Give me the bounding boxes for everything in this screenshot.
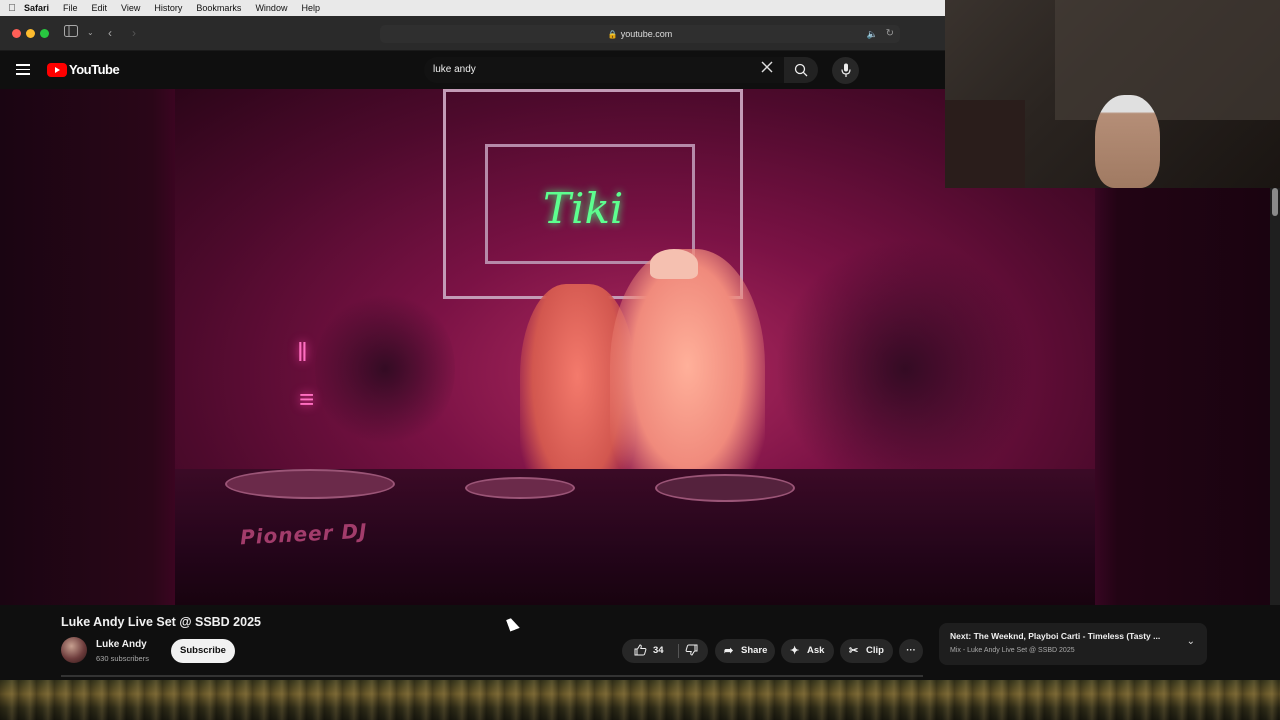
up-next-subtitle: Mix - Luke Andy Live Set @ SSBD 2025 bbox=[950, 647, 1075, 654]
up-next-title: Next: The Weeknd, Playboi Carti - Timele… bbox=[950, 631, 1161, 641]
youtube-header: YouTube luke andy bbox=[0, 51, 945, 89]
menu-window[interactable]: Window bbox=[255, 3, 287, 13]
webcam-person bbox=[1095, 95, 1160, 188]
scrollbar-thumb[interactable] bbox=[1272, 188, 1278, 216]
zoom-window-button[interactable] bbox=[40, 29, 49, 38]
menu-app-name[interactable]: Safari bbox=[24, 3, 49, 13]
neon-light-left: ‖ bbox=[297, 337, 308, 367]
sparkle-icon: ✦ bbox=[790, 645, 800, 657]
hamburger-icon[interactable] bbox=[16, 64, 30, 75]
clip-label: Clip bbox=[866, 645, 884, 656]
mic-icon bbox=[841, 63, 851, 77]
youtube-play-icon bbox=[47, 62, 67, 77]
menu-bookmarks[interactable]: Bookmarks bbox=[196, 3, 241, 13]
turntable-center bbox=[465, 477, 575, 499]
like-divider bbox=[678, 644, 679, 658]
content-divider bbox=[61, 675, 923, 677]
more-actions-button[interactable]: ··· bbox=[899, 639, 923, 663]
page-scrollbar[interactable] bbox=[1270, 188, 1280, 605]
share-label: Share bbox=[741, 645, 768, 656]
share-icon: ➦ bbox=[724, 645, 734, 657]
subscribe-button[interactable]: Subscribe bbox=[171, 639, 235, 663]
lock-icon: 🔒 bbox=[607, 30, 618, 39]
thumbs-up-icon[interactable] bbox=[634, 639, 647, 663]
dj-cap bbox=[650, 249, 698, 279]
screen:  Safari File Edit View History Bookmark… bbox=[0, 0, 1280, 720]
desktop-background bbox=[0, 680, 1280, 720]
ask-label: Ask bbox=[807, 645, 825, 656]
reload-icon[interactable]: ↻ bbox=[886, 25, 894, 43]
webcam-wall bbox=[1055, 0, 1280, 120]
speaker-icon[interactable]: 🔈 bbox=[867, 25, 878, 43]
macos-menu-bar:  Safari File Edit View History Bookmark… bbox=[0, 0, 945, 16]
neon-light-left-lower: ≡ bbox=[299, 384, 315, 414]
search-input[interactable]: luke andy bbox=[424, 57, 784, 83]
menu-history[interactable]: History bbox=[154, 3, 182, 13]
menu-help[interactable]: Help bbox=[301, 3, 320, 13]
thumbs-down-icon[interactable] bbox=[685, 639, 698, 663]
youtube-logo-text: YouTube bbox=[69, 62, 120, 77]
plant-left bbox=[315, 289, 455, 449]
address-bar[interactable]: 🔒 youtube.com 🔈 ↻ bbox=[380, 25, 900, 43]
sidebar-icon[interactable] bbox=[64, 25, 78, 41]
webcam-overlay bbox=[945, 0, 1280, 188]
up-next-card[interactable]: Next: The Weeknd, Playboi Carti - Timele… bbox=[939, 623, 1207, 665]
ask-button[interactable]: ✦ Ask bbox=[781, 639, 834, 663]
scissors-icon: ✂ bbox=[849, 645, 859, 657]
back-arrow-icon[interactable]: ‹ bbox=[108, 25, 112, 41]
menu-view[interactable]: View bbox=[121, 3, 140, 13]
chevron-down-icon[interactable]: ⌄ bbox=[1187, 636, 1195, 647]
forward-arrow-icon[interactable]: › bbox=[132, 25, 136, 41]
plant-right bbox=[775, 239, 1035, 499]
clip-button[interactable]: ✂ Clip bbox=[840, 639, 893, 663]
youtube-logo[interactable]: YouTube bbox=[47, 62, 120, 77]
channel-name[interactable]: Luke Andy bbox=[96, 639, 147, 650]
share-button[interactable]: ➦ Share bbox=[715, 639, 775, 663]
menu-edit[interactable]: Edit bbox=[92, 3, 108, 13]
search-icon bbox=[794, 63, 808, 77]
video-info: Luke Andy Live Set @ SSBD 2025 Luke Andy… bbox=[0, 605, 1280, 680]
close-icon[interactable] bbox=[760, 60, 778, 80]
browser-toolbar: ⌄ ‹ › 🔒 youtube.com 🔈 ↻ bbox=[0, 16, 945, 51]
turntable-left bbox=[225, 469, 395, 499]
mixer bbox=[655, 474, 795, 502]
chevron-down-icon[interactable]: ⌄ bbox=[87, 25, 94, 41]
voice-search-button[interactable] bbox=[832, 57, 859, 84]
subscriber-count: 630 subscribers bbox=[96, 654, 149, 663]
minimize-window-button[interactable] bbox=[26, 29, 35, 38]
like-dislike-group: 34 bbox=[622, 639, 708, 663]
webcam-shadow bbox=[945, 100, 1025, 188]
avatar[interactable] bbox=[61, 637, 87, 663]
like-count[interactable]: 34 bbox=[653, 639, 664, 663]
apple-icon[interactable]:  bbox=[0, 3, 24, 14]
neon-sign: Tiki bbox=[543, 184, 624, 233]
url-text: youtube.com bbox=[620, 29, 673, 39]
video-title: Luke Andy Live Set @ SSBD 2025 bbox=[61, 615, 261, 629]
search-button[interactable] bbox=[784, 57, 818, 83]
close-window-button[interactable] bbox=[12, 29, 21, 38]
menu-file[interactable]: File bbox=[63, 3, 78, 13]
